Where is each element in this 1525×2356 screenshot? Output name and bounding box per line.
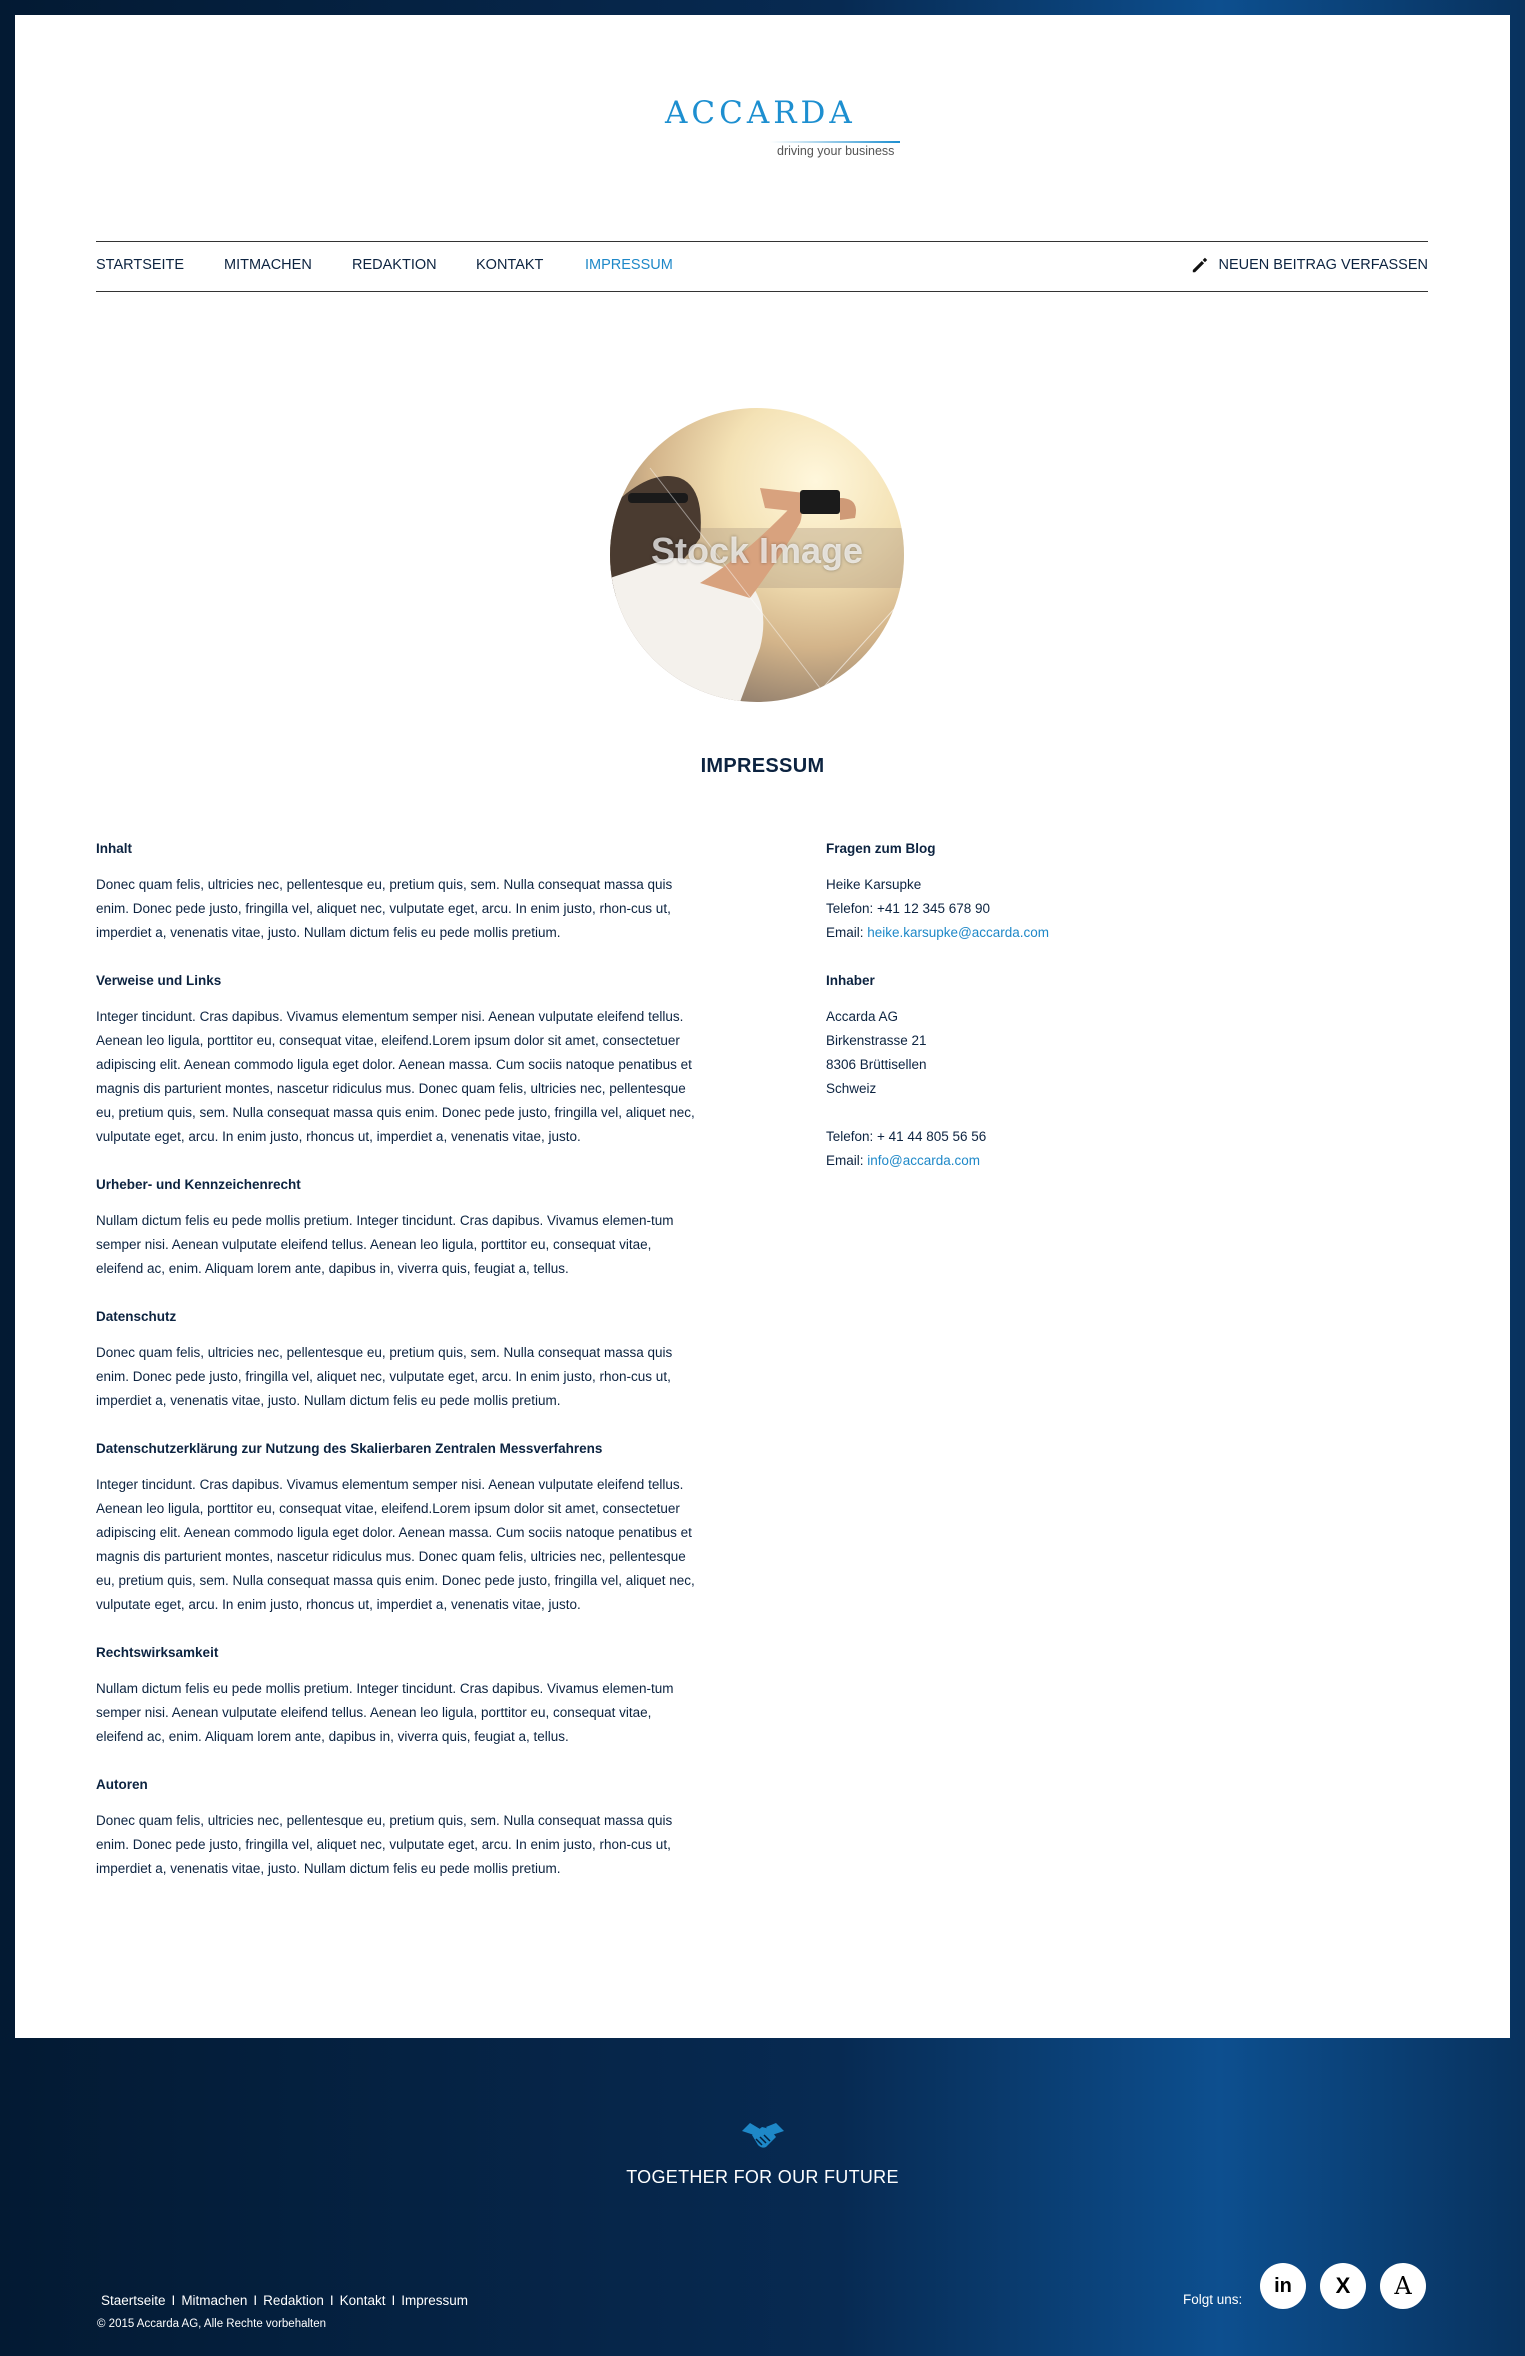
- owner-country: Schweiz: [826, 1081, 877, 1096]
- footer-nav: Staertseite I Mitmachen I Redaktion I Kontakt I…: [101, 2293, 468, 2308]
- xing-button[interactable]: X: [1320, 2263, 1366, 2309]
- footer-slogan: TOGETHER FOR OUR FUTURE: [626, 2167, 899, 2187]
- section-text: Integer tincidunt. Cras dapibus. Vivamus…: [96, 1009, 695, 1144]
- accarda-logo[interactable]: ACCARDA driving your business: [665, 95, 905, 165]
- linkedin-button[interactable]: in: [1260, 2263, 1306, 2309]
- page-card: ACCARDA driving your business STARTSEITE…: [15, 15, 1510, 2038]
- section-heading: Rechtswirksamkeit: [96, 1645, 219, 1660]
- owner-email-row: Email: info@accarda.com: [826, 1149, 1226, 1173]
- section-datenschutzerklaerung: Datenschutzerklärung zur Nutzung des Ska…: [96, 1437, 696, 1617]
- new-post-button[interactable]: NEUEN BEITRAG VERFASSEN: [1191, 256, 1429, 274]
- contact-email-row: Email: heike.karsupke@accarda.com: [826, 921, 1226, 945]
- contact-phone: Telefon: +41 12 345 678 90: [826, 901, 991, 916]
- owner-company: Accarda AG: [826, 1009, 899, 1024]
- footer-link-startseite[interactable]: Staertseite: [101, 2293, 166, 2308]
- section-inhalt: Inhalt Donec quam felis, ultricies nec, …: [96, 837, 696, 945]
- section-heading: Autoren: [96, 1777, 148, 1792]
- main-nav: STARTSEITE MITMACHEN REDAKTION KONTAKT I…: [96, 241, 1428, 292]
- blog-contact-heading: Fragen zum Blog: [826, 841, 936, 856]
- stock-watermark: Stock Image: [650, 530, 864, 571]
- section-text: Integer tincidunt. Cras dapibus. Vivamus…: [96, 1477, 695, 1612]
- section-text: Nullam dictum felis eu pede mollis preti…: [96, 1213, 674, 1276]
- nav-item-redaktion[interactable]: REDAKTION: [352, 257, 437, 273]
- footer-separator: I: [391, 2293, 396, 2308]
- page-title: IMPRESSUM: [700, 755, 825, 777]
- section-text: Donec quam felis, ultricies nec, pellent…: [96, 1345, 673, 1408]
- handshake-icon: [742, 2123, 784, 2148]
- linkedin-icon: in: [1274, 2274, 1292, 2297]
- accarda-icon: A: [1394, 2272, 1412, 2300]
- email-label: Email:: [826, 1153, 868, 1168]
- copyright: © 2015 Accarda AG, Alle Rechte vorbehalt…: [97, 2318, 327, 2330]
- footer-link-redaktion[interactable]: Redaktion: [263, 2293, 324, 2308]
- section-heading: Inhalt: [96, 841, 132, 856]
- contact-sidebar: Fragen zum Blog Heike Karsupke Telefon: …: [826, 837, 1226, 1173]
- follow-label: Folgt uns:: [1183, 2292, 1243, 2307]
- nav-item-impressum[interactable]: IMPRESSUM: [585, 257, 673, 273]
- section-urheberrecht: Urheber- und Kennzeichenrecht Nullam dic…: [96, 1173, 696, 1281]
- section-datenschutz: Datenschutz Donec quam felis, ultricies …: [96, 1305, 696, 1413]
- nav-item-kontakt[interactable]: KONTAKT: [476, 257, 543, 273]
- footer-separator: I: [171, 2293, 176, 2308]
- section-heading: Datenschutz: [96, 1309, 177, 1324]
- footer-separator: I: [329, 2293, 334, 2308]
- nav-item-startseite[interactable]: STARTSEITE: [96, 257, 184, 273]
- pencil-icon: [1192, 257, 1207, 273]
- section-verweise: Verweise und Links Integer tincidunt. Cr…: [96, 969, 696, 1149]
- footer-link-impressum[interactable]: Impressum: [401, 2293, 468, 2308]
- accarda-social-button[interactable]: A: [1380, 2263, 1426, 2309]
- owner-street: Birkenstrasse 21: [826, 1033, 927, 1048]
- contact-email-link[interactable]: heike.karsupke@accarda.com: [867, 925, 1049, 940]
- owner-phone: Telefon: + 41 44 805 56 56: [826, 1129, 987, 1144]
- blog-contact: Fragen zum Blog Heike Karsupke Telefon: …: [826, 837, 1226, 945]
- section-text: Donec quam felis, ultricies nec, pellent…: [96, 877, 673, 940]
- section-autoren: Autoren Donec quam felis, ultricies nec,…: [96, 1773, 696, 1881]
- new-post-label: NEUEN BEITRAG VERFASSEN: [1218, 257, 1429, 273]
- section-heading: Urheber- und Kennzeichenrecht: [96, 1177, 301, 1192]
- xing-icon: X: [1335, 2273, 1351, 2298]
- owner-email-link[interactable]: info@accarda.com: [867, 1153, 980, 1168]
- footer-separator: I: [253, 2293, 258, 2308]
- owner-info: Inhaber Accarda AG Birkenstrasse 21 8306…: [826, 969, 1226, 1173]
- footer-link-kontakt[interactable]: Kontakt: [340, 2293, 386, 2308]
- section-text: Nullam dictum felis eu pede mollis preti…: [96, 1681, 674, 1744]
- logo-swoosh: [770, 141, 900, 143]
- logo-wordmark: ACCARDA: [665, 95, 856, 131]
- contact-name: Heike Karsupke: [826, 877, 922, 892]
- section-text: Donec quam felis, ultricies nec, pellent…: [96, 1813, 673, 1876]
- section-heading: Verweise und Links: [96, 973, 222, 988]
- hero-image: Stock Image: [610, 408, 904, 702]
- impressum-content: Inhalt Donec quam felis, ultricies nec, …: [96, 837, 696, 1905]
- section-rechtswirksamkeit: Rechtswirksamkeit Nullam dictum felis eu…: [96, 1641, 696, 1749]
- email-label: Email:: [826, 925, 868, 940]
- footer-link-mitmachen[interactable]: Mitmachen: [181, 2293, 247, 2308]
- owner-heading: Inhaber: [826, 973, 875, 988]
- nav-item-mitmachen[interactable]: MITMACHEN: [224, 257, 312, 273]
- section-heading: Datenschutzerklärung zur Nutzung des Ska…: [96, 1441, 603, 1456]
- logo-tagline: driving your business: [777, 144, 895, 158]
- owner-city: 8306 Brüttisellen: [826, 1057, 927, 1072]
